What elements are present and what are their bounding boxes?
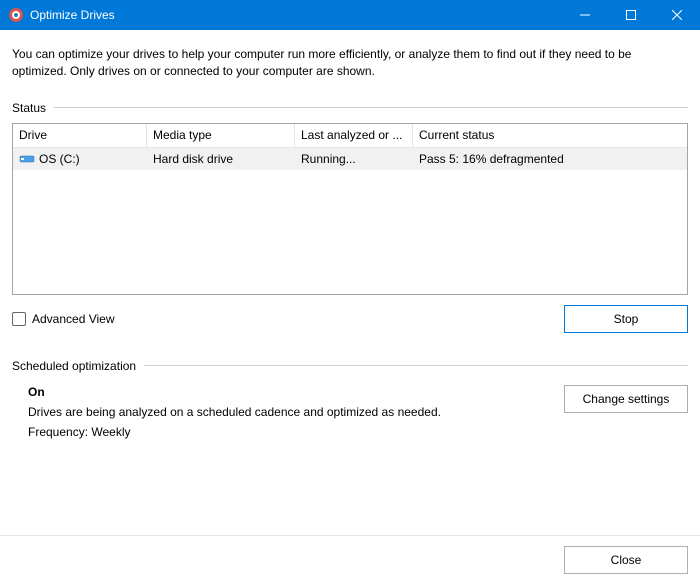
minimize-button[interactable] bbox=[562, 0, 608, 30]
cell-media: Hard disk drive bbox=[147, 152, 295, 166]
checkbox-icon bbox=[12, 312, 26, 326]
table-header-row: Drive Media type Last analyzed or ... Cu… bbox=[13, 124, 687, 148]
cell-drive: OS (C:) bbox=[13, 152, 147, 166]
description-text: You can optimize your drives to help you… bbox=[12, 46, 688, 81]
status-group: Status Drive Media type Last analyzed or… bbox=[12, 101, 688, 333]
scheduled-text: On Drives are being analyzed on a schedu… bbox=[12, 385, 564, 445]
cell-drive-text: OS (C:) bbox=[39, 152, 80, 166]
scheduled-frequency: Frequency: Weekly bbox=[28, 425, 564, 439]
content-area: You can optimize your drives to help you… bbox=[0, 30, 700, 445]
scheduled-label: Scheduled optimization bbox=[12, 359, 144, 373]
column-header-last-analyzed[interactable]: Last analyzed or ... bbox=[295, 124, 413, 147]
stop-button[interactable]: Stop bbox=[564, 305, 688, 333]
separator-line bbox=[144, 365, 688, 366]
window-controls bbox=[562, 0, 700, 30]
maximize-button[interactable] bbox=[608, 0, 654, 30]
window-title: Optimize Drives bbox=[30, 8, 562, 22]
advanced-view-label: Advanced View bbox=[32, 312, 115, 326]
table-actions-row: Advanced View Stop bbox=[12, 305, 688, 333]
close-dialog-button[interactable]: Close bbox=[564, 546, 688, 574]
status-header: Status bbox=[12, 101, 688, 115]
scheduled-group: Scheduled optimization On Drives are bei… bbox=[12, 359, 688, 445]
table-row[interactable]: OS (C:) Hard disk drive Running... Pass … bbox=[13, 148, 687, 170]
scheduled-body: On Drives are being analyzed on a schedu… bbox=[12, 385, 688, 445]
change-settings-button[interactable]: Change settings bbox=[564, 385, 688, 413]
footer-buttons: Close bbox=[564, 546, 688, 574]
cell-status: Pass 5: 16% defragmented bbox=[413, 152, 687, 166]
footer-separator bbox=[0, 535, 700, 536]
column-header-media[interactable]: Media type bbox=[147, 124, 295, 147]
advanced-view-checkbox[interactable]: Advanced View bbox=[12, 312, 115, 326]
cell-last-analyzed: Running... bbox=[295, 152, 413, 166]
column-header-status[interactable]: Current status bbox=[413, 124, 687, 147]
drive-icon bbox=[19, 153, 35, 165]
drives-table[interactable]: Drive Media type Last analyzed or ... Cu… bbox=[12, 123, 688, 295]
scheduled-header: Scheduled optimization bbox=[12, 359, 688, 373]
app-icon bbox=[8, 7, 24, 23]
column-header-drive[interactable]: Drive bbox=[13, 124, 147, 147]
separator-line bbox=[54, 107, 688, 108]
titlebar: Optimize Drives bbox=[0, 0, 700, 30]
status-label: Status bbox=[12, 101, 54, 115]
scheduled-state: On bbox=[28, 385, 564, 399]
scheduled-description: Drives are being analyzed on a scheduled… bbox=[28, 405, 564, 419]
close-button[interactable] bbox=[654, 0, 700, 30]
